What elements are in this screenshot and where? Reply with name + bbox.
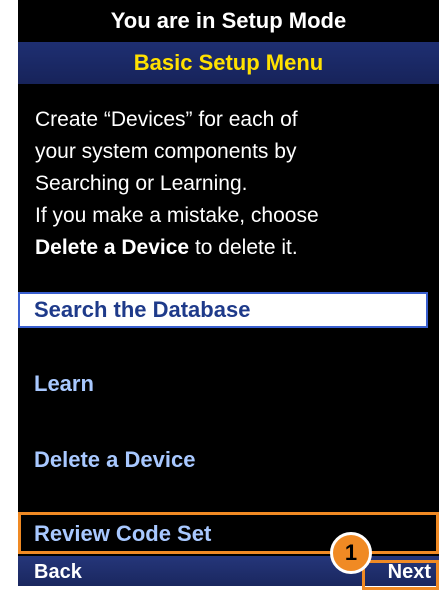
instruction-line: your system components by <box>35 140 297 163</box>
instruction-line: Delete a Device to delete it. <box>35 232 435 264</box>
menu-item-delete-device[interactable]: Delete a Device <box>18 442 428 478</box>
callout-number: 1 <box>344 540 358 565</box>
softkey-bar: Back Next <box>18 556 439 586</box>
instruction-line: If you make a mistake, choose <box>35 204 319 227</box>
callout-number-badge: 1 <box>330 532 372 574</box>
device-screen: You are in Setup Mode Basic Setup Menu C… <box>18 0 439 586</box>
menu-item-search-database[interactable]: Search the Database <box>18 292 428 328</box>
menu-item-learn[interactable]: Learn <box>18 366 428 402</box>
instruction-emphasis: Delete a Device <box>35 236 190 259</box>
instructions-text: Create “Devices” for each of your system… <box>35 104 435 264</box>
menu-title: Basic Setup Menu <box>18 42 439 84</box>
next-softkey[interactable]: Next <box>388 556 431 586</box>
instruction-line: Searching or Learning. <box>35 172 248 195</box>
instruction-suffix: to delete it. <box>189 236 298 259</box>
instruction-line: Create “Devices” for each of <box>35 108 298 131</box>
mode-title: You are in Setup Mode <box>18 0 439 42</box>
back-softkey[interactable]: Back <box>34 556 82 586</box>
